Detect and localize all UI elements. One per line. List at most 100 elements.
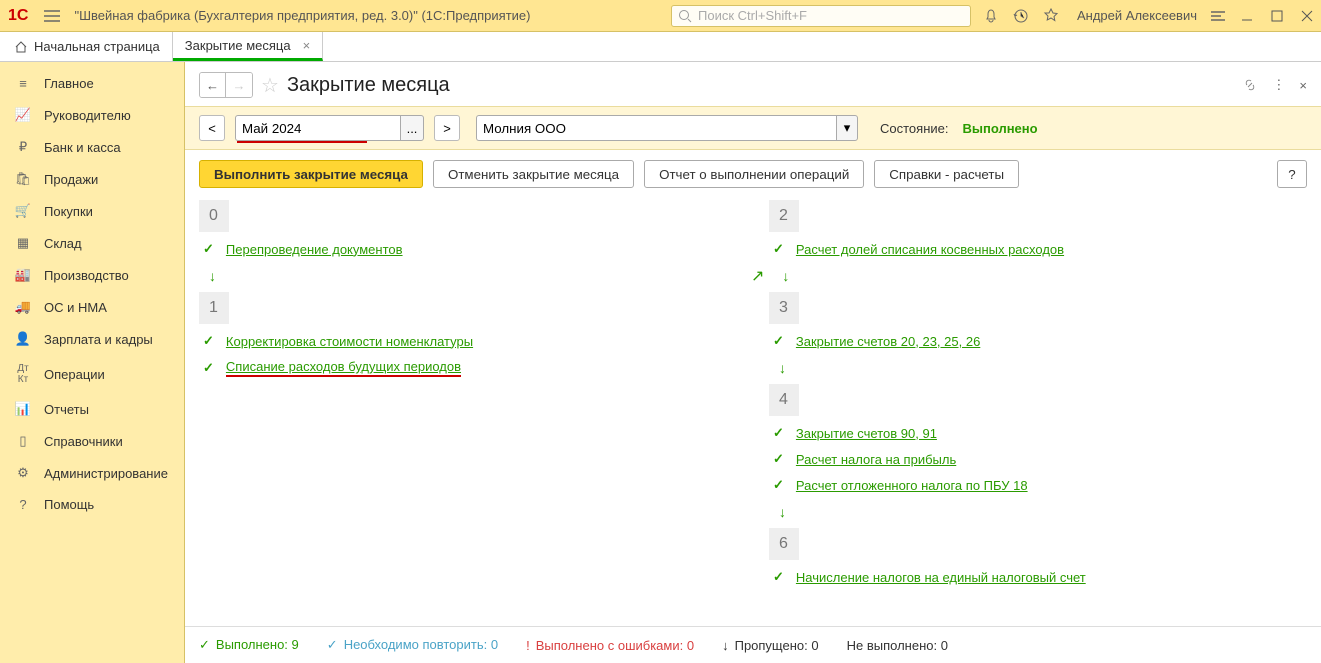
op-link[interactable]: Расчет отложенного налога по ПБУ 18 [796, 478, 1028, 493]
check-icon: ✓ [203, 360, 214, 376]
period-select-button[interactable]: ... [400, 115, 424, 141]
footer-notdone-label: Не выполнено: [847, 638, 937, 653]
check-icon: ✓ [773, 451, 784, 467]
sidebar-item-operations[interactable]: ДтКт Операции [0, 355, 184, 393]
sidebar-item-references[interactable]: ▯Справочники [0, 425, 184, 457]
sidebar-item-production[interactable]: 🏭Производство [0, 259, 184, 291]
app-title: "Швейная фабрика (Бухгалтерия предприяти… [74, 8, 530, 23]
sidebar-item-help[interactable]: ?Помощь [0, 489, 184, 520]
footer-done-value: 9 [292, 637, 299, 652]
footer-repeat-label: Необходимо повторить: [344, 637, 488, 652]
op-link[interactable]: Закрытие счетов 90, 91 [796, 426, 937, 441]
nav-back-button[interactable]: ← [200, 73, 226, 97]
page-title: Закрытие месяца [287, 74, 450, 97]
references-button[interactable]: Справки - расчеты [874, 160, 1019, 188]
sidebar-label: Главное [44, 76, 94, 91]
check-icon: ✓ [773, 241, 784, 257]
user-name[interactable]: Андрей Алексеевич [1077, 8, 1197, 23]
op-link[interactable]: Закрытие счетов 20, 23, 25, 26 [796, 334, 980, 349]
period-prev-button[interactable]: < [199, 115, 225, 141]
footer-errors-value: 0 [687, 638, 694, 653]
sidebar-item-bank[interactable]: ₽Банк и касса [0, 131, 184, 163]
check-icon: ✓ [203, 241, 214, 257]
sidebar-label: ОС и НМА [44, 300, 107, 315]
btn-label: Справки - расчеты [889, 167, 1004, 182]
bars-icon: 📊 [14, 401, 32, 417]
report-button[interactable]: Отчет о выполнении операций [644, 160, 864, 188]
arrow-down-icon: ↓ [779, 504, 1307, 520]
bell-icon[interactable] [983, 8, 999, 24]
sidebar-label: Склад [44, 236, 82, 251]
op-link[interactable]: Расчет долей списания косвенных расходов [796, 242, 1064, 257]
close-page-icon[interactable]: × [1299, 78, 1307, 93]
sidebar-item-purchases[interactable]: 🛒Покупки [0, 195, 184, 227]
footer-done-label: Выполнено: [216, 637, 288, 652]
history-icon[interactable] [1013, 8, 1029, 24]
tab-closing-month-label: Закрытие месяца [185, 38, 291, 53]
arrow-down-icon: ↓ [209, 268, 737, 284]
ledger-icon: ДтКт [14, 363, 32, 385]
sidebar-item-assets[interactable]: 🚚ОС и НМА [0, 291, 184, 323]
sidebar-item-manager[interactable]: 📈Руководителю [0, 99, 184, 131]
sidebar-label: Руководителю [44, 108, 131, 123]
op-link[interactable]: Начисление налогов на единый налоговый с… [796, 570, 1086, 585]
sidebar-label: Банк и касса [44, 140, 121, 155]
close-window-button[interactable] [1301, 10, 1313, 22]
op-link[interactable]: Перепроведение документов [226, 242, 403, 257]
period-input[interactable] [235, 115, 400, 141]
sidebar-label: Справочники [44, 434, 123, 449]
global-search[interactable]: Поиск Ctrl+Shift+F [671, 5, 971, 27]
sidebar-item-main[interactable]: ≡Главное [0, 68, 184, 99]
btn-label: Отменить закрытие месяца [448, 167, 619, 182]
factory-icon: 🏭 [14, 267, 32, 283]
cancel-closing-button[interactable]: Отменить закрытие месяца [433, 160, 634, 188]
star-icon[interactable] [1043, 8, 1059, 24]
skip-icon: ↓ [722, 638, 729, 653]
help-icon: ? [14, 497, 32, 512]
close-tab-icon[interactable]: × [303, 38, 311, 53]
more-icon[interactable]: ⋮ [1272, 77, 1285, 93]
maximize-button[interactable] [1271, 10, 1283, 22]
sidebar-label: Продажи [44, 172, 98, 187]
boxes-icon: ▦ [14, 235, 32, 251]
arrow-diag-icon: ↗ [751, 266, 764, 286]
op-link[interactable]: Списание расходов будущих периодов [226, 359, 461, 377]
period-next-button[interactable]: > [434, 115, 460, 141]
warning-icon: ! [526, 638, 530, 653]
arrow-down-icon: ↓ [782, 268, 789, 284]
sidebar-item-admin[interactable]: ⚙Администрирование [0, 457, 184, 489]
check-icon: ✓ [773, 333, 784, 349]
organization-dropdown-button[interactable]: ▾ [836, 115, 858, 141]
minimize-button[interactable] [1241, 10, 1253, 22]
nav-forward-button[interactable]: → [226, 73, 252, 97]
check-icon: ✓ [203, 333, 214, 349]
help-button[interactable]: ? [1277, 160, 1307, 188]
footer-skipped-label: Пропущено: [735, 638, 808, 653]
sidebar-label: Операции [44, 367, 105, 382]
footer-skipped-value: 0 [811, 638, 818, 653]
home-icon [14, 40, 28, 54]
footer-repeat-value: 0 [491, 637, 498, 652]
run-closing-button[interactable]: Выполнить закрытие месяца [199, 160, 423, 188]
op-link[interactable]: Расчет налога на прибыль [796, 452, 956, 467]
tab-home[interactable]: Начальная страница [0, 32, 173, 61]
check-icon: ✓ [773, 569, 784, 585]
tab-home-label: Начальная страница [34, 39, 160, 54]
sidebar-item-hr[interactable]: 👤Зарплата и кадры [0, 323, 184, 355]
stage-number: 6 [769, 528, 799, 560]
link-icon[interactable] [1242, 77, 1258, 93]
check-icon: ✓ [773, 425, 784, 441]
btn-label: Выполнить закрытие месяца [214, 167, 408, 182]
footer-notdone-value: 0 [941, 638, 948, 653]
footer-errors-label: Выполнено с ошибками: [536, 638, 684, 653]
person-icon: 👤 [14, 331, 32, 347]
op-link[interactable]: Корректировка стоимости номенклатуры [226, 334, 473, 349]
tab-closing-month[interactable]: Закрытие месяца × [173, 32, 323, 61]
sidebar-item-reports[interactable]: 📊Отчеты [0, 393, 184, 425]
sidebar-item-warehouse[interactable]: ▦ Склад [0, 227, 184, 259]
settings-icon[interactable] [1211, 9, 1225, 23]
favorite-star-icon[interactable]: ☆ [261, 73, 279, 98]
sidebar-item-sales[interactable]: 🛍Продажи [0, 163, 184, 195]
organization-input[interactable] [476, 115, 836, 141]
main-menu-icon[interactable] [44, 10, 60, 22]
